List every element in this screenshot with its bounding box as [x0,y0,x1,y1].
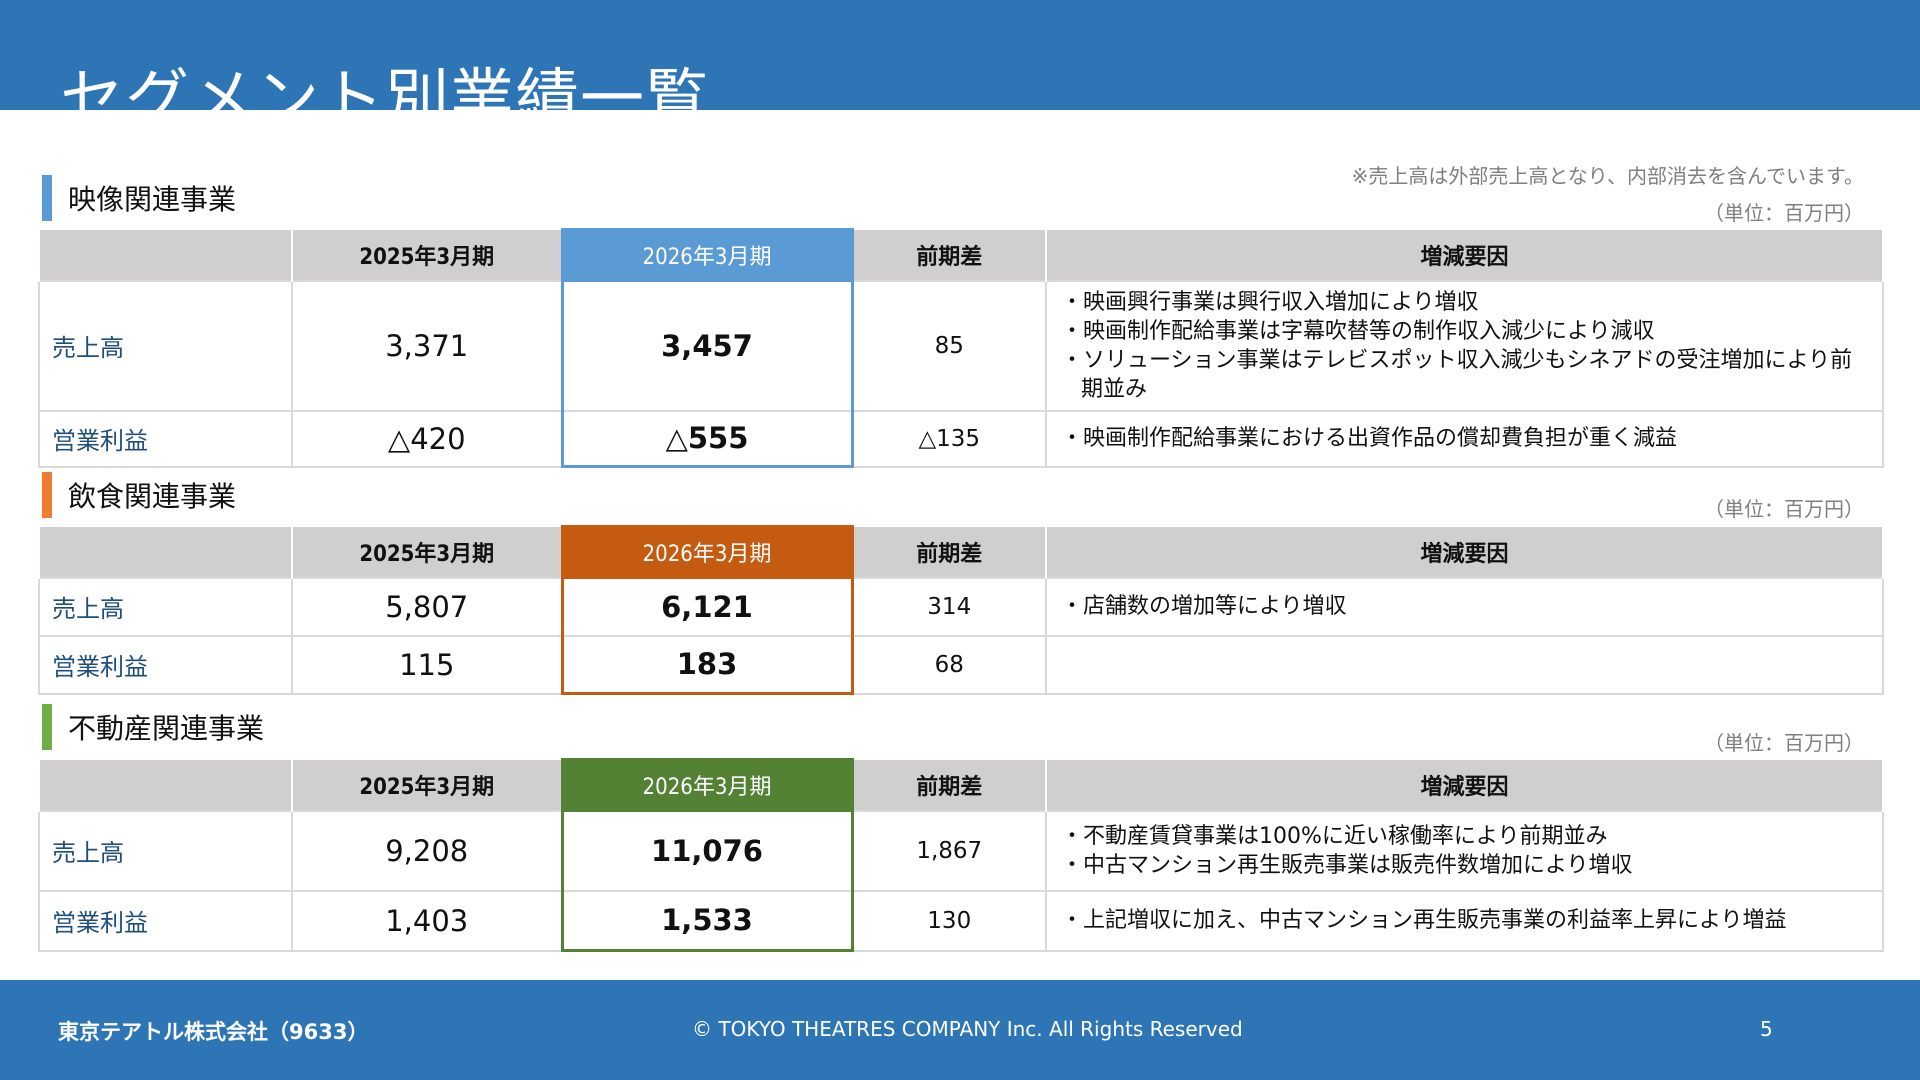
reason-text: ・映画興行事業は興行収入増加により増収 [1061,289,1479,315]
header-label [38,759,293,811]
diff-value: 1,867 [851,809,1047,892]
copyright-text: © TOKYO THEATRES COMPANY Inc. All Rights… [692,1017,1243,1041]
header-reason: 増減要因 [1045,526,1884,578]
reason-cell: ・映画興行事業は興行収入増加により増収 ・映画制作配給事業は字幕吹替等の制作収入… [1045,279,1884,412]
prev-value: 1,403 [291,889,563,952]
reason-text: ・ソリューション事業はテレビスポット収入減少もシネアドの受注増加により前期並み [1061,347,1853,402]
reason-text: ・映画制作配給事業は字幕吹替等の制作収入減少により減収 [1061,318,1655,344]
company-name: 東京テアトル株式会社（9633） [58,1020,369,1044]
header-diff: 前期差 [851,229,1047,281]
table-row: 売上高 5,807 6,121 314 ・店舗数の増加等により増収 [38,576,1884,637]
reason-text: ・店舗数の増加等により増収 [1061,594,1347,619]
curr-value: △555 [560,409,854,468]
table-row: 営業利益 1,403 1,533 130 ・上記増収に加え、中古マンション再生販… [38,889,1884,952]
page-title: セグメント別業績一覧 [60,62,710,137]
header-label [38,229,293,281]
header-diff: 前期差 [851,526,1047,578]
table-row: 売上高 9,208 11,076 1,867 ・不動産賃貸事業は100%に近い稼… [38,809,1884,892]
prev-value: 3,371 [291,279,563,412]
footer-bar: 東京テアトル株式会社（9633） © TOKYO THEATRES COMPAN… [0,980,1920,1080]
section-accent-bar [42,175,52,221]
header-label [38,526,293,578]
header-prev-year: 2025年3月期 [291,759,563,811]
header-reason: 増減要因 [1045,759,1884,811]
header-reason: 増減要因 [1045,229,1884,281]
section-title-realestate: 不動産関連事業 [42,704,264,750]
diff-value: 85 [851,279,1047,412]
unit-label: （単位：百万円） [1704,497,1864,521]
header-prev-year: 2025年3月期 [291,229,563,281]
unit-label: （単位：百万円） [1704,201,1864,225]
header-curr-year: 2026年3月期 [560,525,854,579]
section-title-video: 映像関連事業 [42,175,236,221]
section-accent-bar [42,472,52,518]
row-label: 営業利益 [38,634,293,695]
curr-value: 11,076 [560,809,854,892]
section-title-label: 飲食関連事業 [68,480,237,513]
reason-cell: ・店舗数の増加等により増収 [1045,576,1884,637]
segment-table-realestate: 2025年3月期 2026年3月期 前期差 増減要因 売上高 9,208 11,… [38,758,1884,952]
section-accent-bar [42,704,52,750]
header-curr-year: 2026年3月期 [560,758,854,812]
header-diff: 前期差 [851,759,1047,811]
header-prev-year: 2025年3月期 [291,526,563,578]
prev-value: △420 [291,409,563,468]
header-curr-year: 2026年3月期 [560,228,854,282]
table-row: 営業利益 115 183 68 [38,634,1884,695]
row-label: 売上高 [38,809,293,892]
segment-table-video: 2025年3月期 2026年3月期 前期差 増減要因 売上高 3,371 3,4… [38,228,1884,468]
unit-label: （単位：百万円） [1704,731,1864,755]
diff-value: 314 [851,576,1047,637]
section-title-food: 飲食関連事業 [42,472,236,518]
reason-text: ・映画制作配給事業における出資作品の償却費負担が重く減益 [1061,426,1678,451]
segment-table-food: 2025年3月期 2026年3月期 前期差 増減要因 売上高 5,807 6,1… [38,525,1884,695]
prev-value: 5,807 [291,576,563,637]
table-header-row: 2025年3月期 2026年3月期 前期差 増減要因 [38,758,1884,812]
reason-cell: ・不動産賃貸事業は100%に近い稼働率により前期並み ・中古マンション再生販売事… [1045,809,1884,892]
diff-value: 68 [851,634,1047,695]
table-row: 売上高 3,371 3,457 85 ・映画興行事業は興行収入増加により増収 ・… [38,279,1884,412]
row-label: 営業利益 [38,409,293,468]
page-number: 5 [1760,1017,1773,1041]
reason-text: ・上記増収に加え、中古マンション再生販売事業の利益率上昇により増益 [1061,908,1787,933]
prev-value: 9,208 [291,809,563,892]
curr-value: 6,121 [560,576,854,637]
reason-cell: ・上記増収に加え、中古マンション再生販売事業の利益率上昇により増益 [1045,889,1884,952]
section-title-label: 不動産関連事業 [68,712,265,745]
row-label: 売上高 [38,279,293,412]
diff-value: 130 [851,889,1047,952]
diff-value: △135 [851,409,1047,468]
section-title-label: 映像関連事業 [68,183,237,216]
table-header-row: 2025年3月期 2026年3月期 前期差 増減要因 [38,228,1884,282]
header-bar: セグメント別業績一覧 [0,0,1920,137]
row-label: 売上高 [38,576,293,637]
reason-text: ・中古マンション再生販売事業は販売件数増加により増収 [1061,852,1633,878]
prev-value: 115 [291,634,563,695]
reason-cell: ・映画制作配給事業における出資作品の償却費負担が重く減益 [1045,409,1884,468]
curr-value: 183 [560,634,854,695]
reason-cell [1045,634,1884,695]
sales-note: ※売上高は外部売上高となり、内部消去を含んでいます。 [1351,164,1864,188]
curr-value: 3,457 [560,279,854,412]
reason-text: ・不動産賃貸事業は100%に近い稼働率により前期並み [1061,823,1608,849]
table-row: 営業利益 △420 △555 △135 ・映画制作配給事業における出資作品の償却… [38,409,1884,468]
row-label: 営業利益 [38,889,293,952]
table-header-row: 2025年3月期 2026年3月期 前期差 増減要因 [38,525,1884,579]
curr-value: 1,533 [560,889,854,952]
